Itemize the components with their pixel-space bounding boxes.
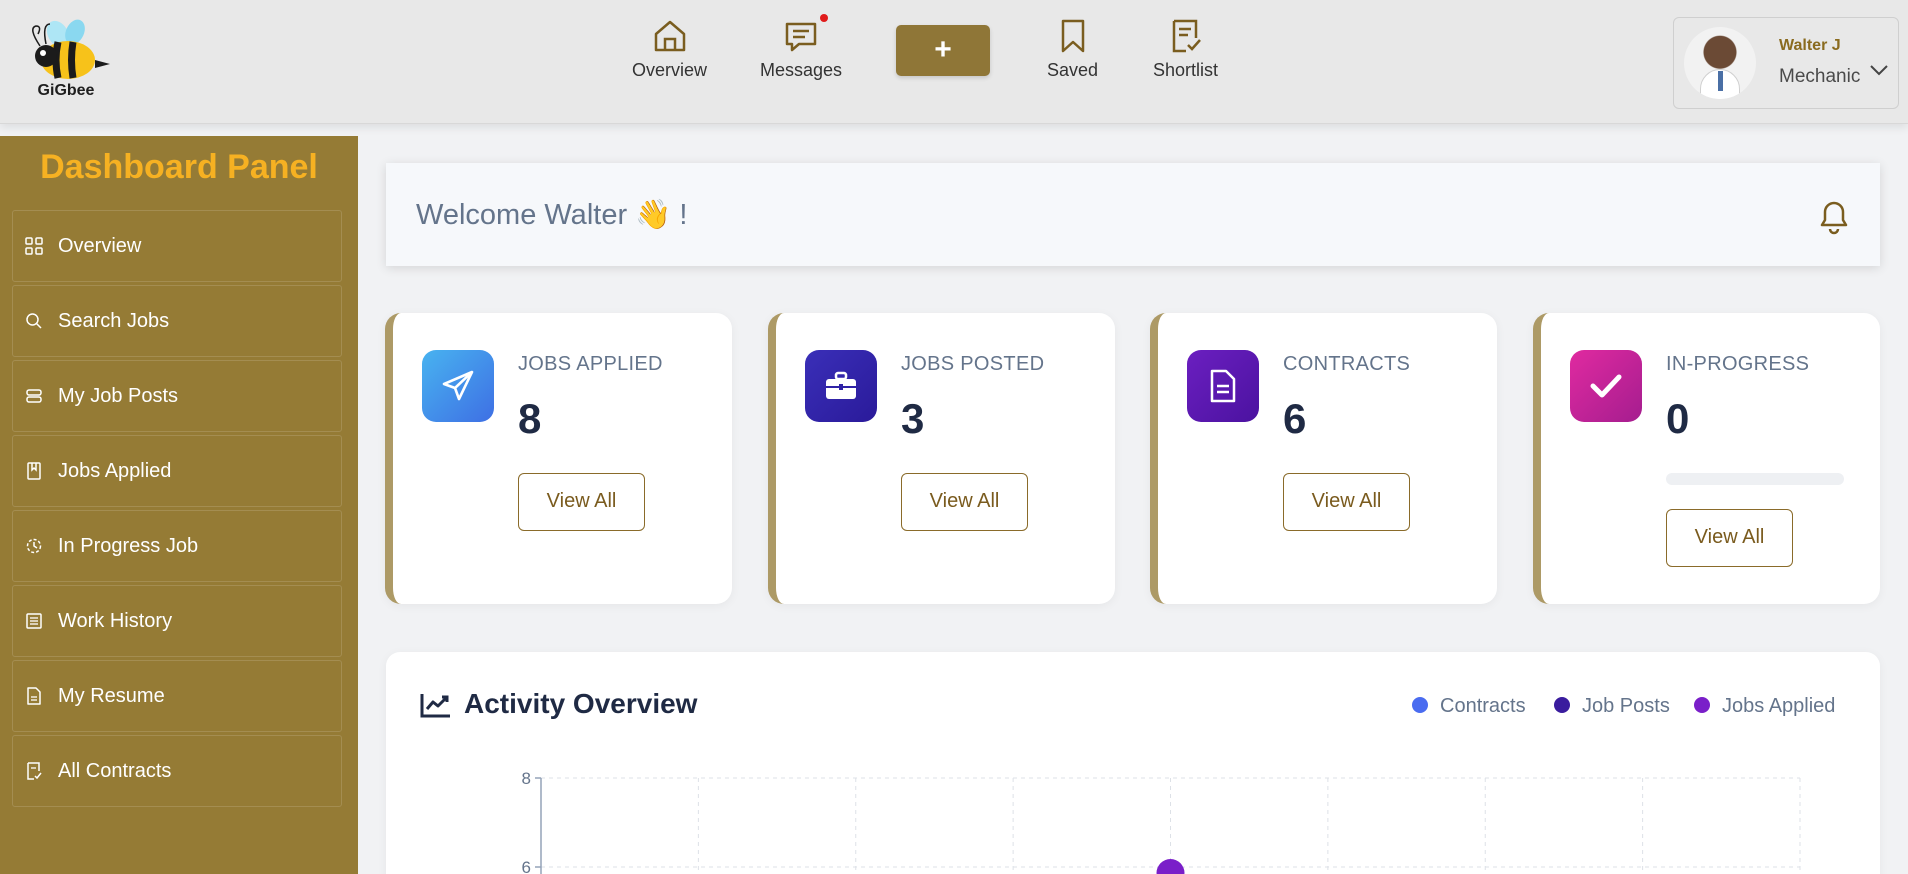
shortlist-icon bbox=[1172, 19, 1201, 53]
avatar bbox=[1684, 27, 1756, 99]
nav-shortlist-label: Shortlist bbox=[1153, 60, 1219, 80]
bookmark-icon bbox=[27, 462, 41, 480]
nav-overview[interactable]: Overview bbox=[632, 18, 707, 81]
grid-icon bbox=[25, 237, 43, 255]
legend-item-job-posts[interactable]: Job Posts bbox=[1554, 695, 1670, 718]
notification-dot bbox=[820, 14, 829, 22]
stat-card-jobs-posted: JOBS POSTED 3 View All bbox=[768, 313, 1115, 604]
activity-overview-panel: Activity Overview Contracts Job Posts Jo… bbox=[386, 652, 1880, 874]
briefcase-icon bbox=[826, 371, 856, 399]
activity-chart: 86 bbox=[522, 769, 1801, 874]
paper-plane-icon bbox=[442, 370, 474, 401]
logo[interactable]: GiGbee bbox=[20, 18, 112, 100]
data-point-jobs-applied bbox=[1156, 859, 1185, 874]
card-label: JOBS POSTED bbox=[901, 353, 1045, 375]
sidebar-item-in-progress-job[interactable]: In Progress Job bbox=[12, 510, 342, 582]
stack-icon bbox=[26, 389, 42, 403]
sidebar-title: Dashboard Panel bbox=[40, 148, 318, 186]
sidebar-item-label: Work History bbox=[58, 610, 173, 632]
sidebar-item-label: Overview bbox=[58, 235, 142, 257]
card-value: 6 bbox=[1283, 395, 1307, 442]
view-all-button[interactable]: View All bbox=[1283, 473, 1410, 531]
legend-label: Job Posts bbox=[1582, 695, 1670, 717]
sidebar-item-overview[interactable]: Overview bbox=[12, 210, 342, 282]
legend-swatch bbox=[1694, 697, 1710, 713]
message-icon bbox=[785, 22, 817, 52]
view-all-button[interactable]: View All bbox=[1666, 509, 1793, 567]
nav-messages[interactable]: Messages bbox=[760, 14, 843, 81]
sidebar-item-search-jobs[interactable]: Search Jobs bbox=[12, 285, 342, 357]
stat-card-contracts: CONTRACTS 6 View All bbox=[1150, 313, 1497, 604]
sidebar-item-label: My Resume bbox=[58, 685, 165, 707]
progress-bar bbox=[1666, 473, 1844, 485]
card-value: 8 bbox=[518, 395, 542, 442]
check-icon bbox=[1590, 374, 1622, 398]
document-icon bbox=[27, 687, 41, 705]
card-icon-bg bbox=[1570, 350, 1642, 422]
legend-swatch bbox=[1412, 697, 1428, 713]
welcome-text: Welcome Walter 👋 ! bbox=[416, 199, 688, 231]
legend-item-jobs-applied[interactable]: Jobs Applied bbox=[1694, 695, 1835, 718]
clock-icon bbox=[26, 538, 42, 554]
legend-item-contracts[interactable]: Contracts bbox=[1412, 695, 1526, 718]
search-icon bbox=[26, 313, 42, 329]
activity-title: Activity Overview bbox=[464, 688, 698, 719]
logo-text: GiGbee bbox=[37, 82, 95, 99]
card-icon-bg bbox=[422, 350, 494, 422]
sidebar-item-label: All Contracts bbox=[58, 760, 172, 782]
y-tick-label: 8 bbox=[522, 769, 531, 788]
welcome-banner: Welcome Walter 👋 ! bbox=[386, 163, 1880, 266]
sidebar: Dashboard Panel Overview Search Jobs My … bbox=[0, 136, 358, 874]
home-icon bbox=[654, 20, 685, 52]
view-all-button[interactable]: View All bbox=[901, 473, 1028, 531]
profile-name: Walter J bbox=[1779, 37, 1841, 54]
legend-label: Contracts bbox=[1440, 695, 1526, 717]
sidebar-item-label: Search Jobs bbox=[58, 310, 170, 332]
card-icon-bg bbox=[805, 350, 877, 422]
stat-card-jobs-applied: JOBS APPLIED 8 View All bbox=[385, 313, 732, 604]
sidebar-item-label: My Job Posts bbox=[58, 385, 179, 407]
card-label: JOBS APPLIED bbox=[518, 353, 663, 375]
y-tick-label: 6 bbox=[522, 858, 531, 874]
sidebar-item-my-resume[interactable]: My Resume bbox=[12, 660, 342, 732]
profile-menu[interactable]: Walter J Mechanic bbox=[1673, 17, 1899, 109]
sidebar-item-my-job-posts[interactable]: My Job Posts bbox=[12, 360, 342, 432]
nav-saved-label: Saved bbox=[1047, 60, 1099, 80]
add-button[interactable]: + bbox=[896, 25, 990, 76]
line-chart-icon bbox=[420, 694, 450, 718]
card-label: CONTRACTS bbox=[1283, 353, 1411, 375]
nav-messages-label: Messages bbox=[760, 60, 843, 80]
sidebar-item-label: In Progress Job bbox=[58, 535, 199, 557]
profile-role: Mechanic bbox=[1779, 66, 1861, 87]
sidebar-item-all-contracts[interactable]: All Contracts bbox=[12, 735, 342, 807]
legend-label: Jobs Applied bbox=[1722, 695, 1836, 717]
bell-icon[interactable] bbox=[1816, 197, 1852, 235]
nav-shortlist[interactable]: Shortlist bbox=[1153, 18, 1218, 81]
card-icon-bg bbox=[1187, 350, 1259, 422]
view-all-button[interactable]: View All bbox=[518, 473, 645, 531]
nav-saved[interactable]: Saved bbox=[1047, 18, 1098, 81]
sidebar-item-label: Jobs Applied bbox=[58, 460, 172, 482]
top-navbar: GiGbee Overview Messages + Saved Shortli… bbox=[0, 0, 1908, 124]
legend-swatch bbox=[1554, 697, 1570, 713]
bookmark-icon bbox=[1061, 19, 1084, 53]
nav-overview-label: Overview bbox=[632, 60, 708, 80]
list-icon bbox=[26, 613, 42, 629]
stat-card-in-progress: IN-PROGRESS 0 View All bbox=[1533, 313, 1880, 604]
card-value: 3 bbox=[901, 395, 925, 442]
contract-icon bbox=[27, 762, 42, 780]
bee-logo-icon bbox=[32, 19, 110, 79]
card-value: 0 bbox=[1666, 395, 1690, 442]
chevron-down-icon[interactable] bbox=[1869, 63, 1889, 77]
document-icon bbox=[1210, 369, 1236, 403]
sidebar-item-jobs-applied[interactable]: Jobs Applied bbox=[12, 435, 342, 507]
sidebar-item-work-history[interactable]: Work History bbox=[12, 585, 342, 657]
card-label: IN-PROGRESS bbox=[1666, 353, 1810, 375]
